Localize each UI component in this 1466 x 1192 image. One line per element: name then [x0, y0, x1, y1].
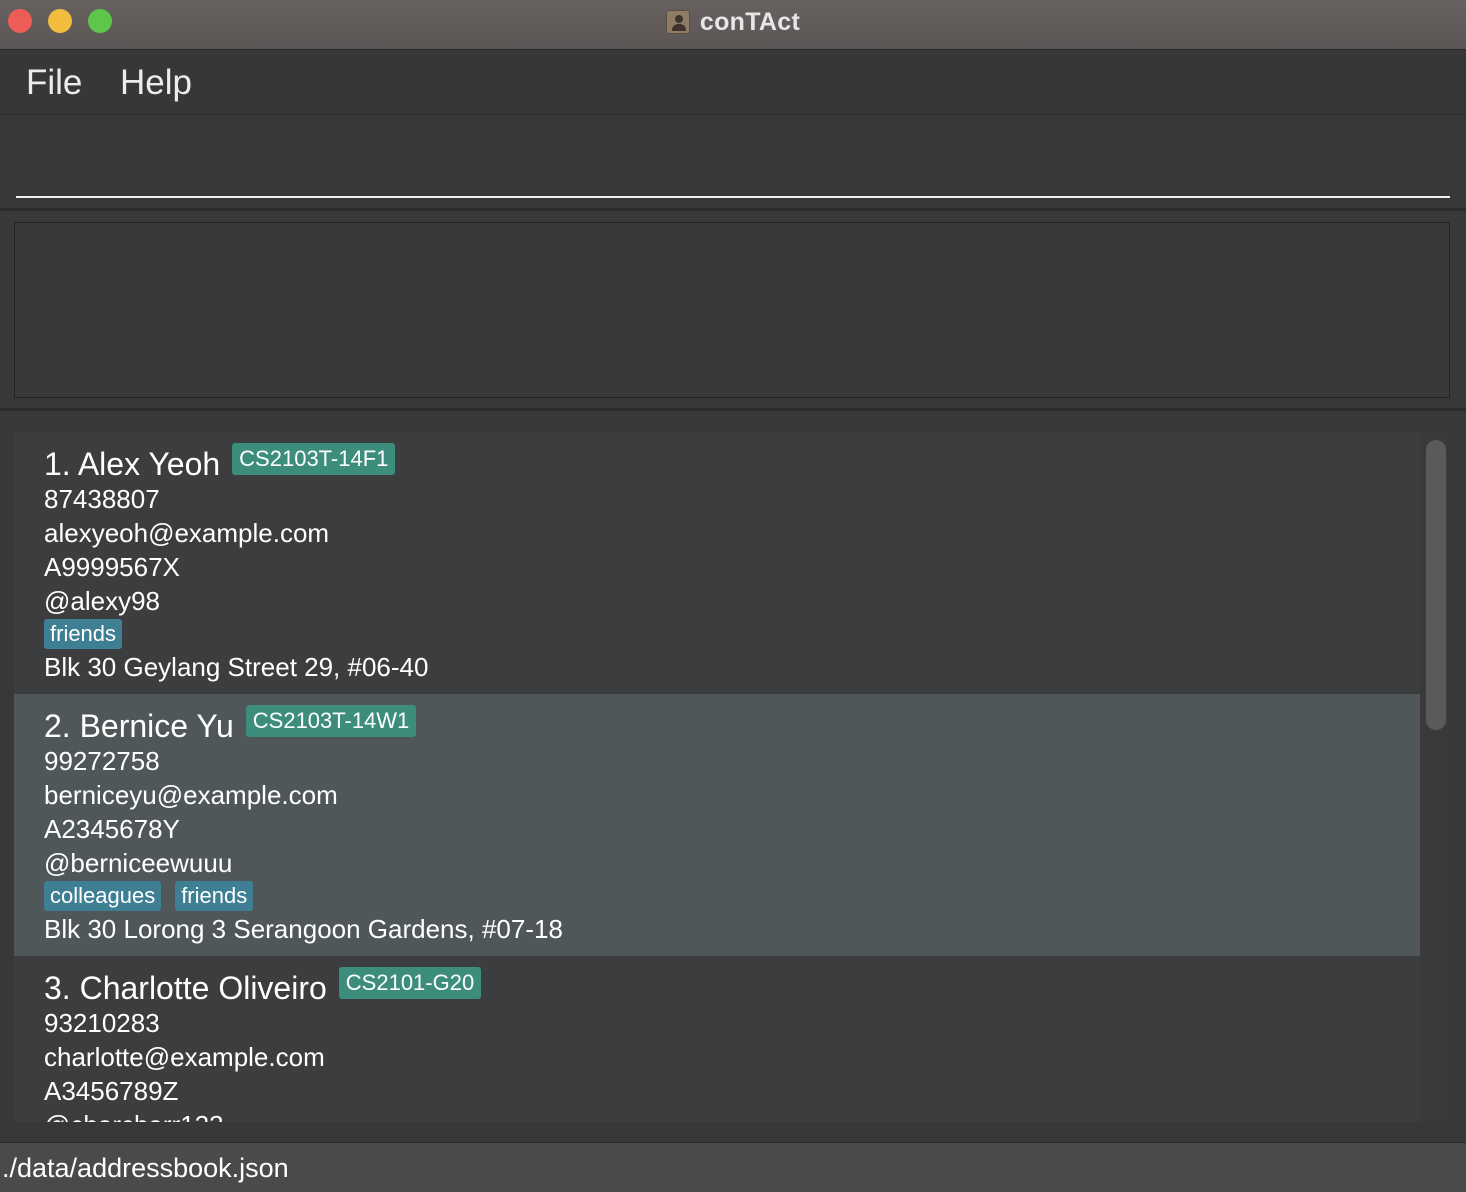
- contact-book-icon: [665, 10, 690, 34]
- tag-badge: colleagues: [44, 881, 162, 911]
- person-phone: 99272758: [44, 746, 160, 776]
- tag-badge: friends: [175, 881, 254, 911]
- tutorial-group-badge: CS2101-G20: [338, 967, 482, 999]
- person-email: charlotte@example.com: [44, 1042, 325, 1072]
- menu-bar: File Help: [0, 51, 1466, 115]
- person-telegram: @berniceewuuu: [44, 848, 233, 878]
- window-title-group: conTAct: [0, 0, 1466, 44]
- person-name-row: 3. Charlotte Oliveiro CS2101-G20: [44, 966, 482, 1010]
- tutorial-group-badge: CS2103T-14W1: [245, 705, 417, 737]
- person-phone: 87438807: [44, 484, 160, 514]
- person-tags: colleagues friends: [44, 881, 254, 911]
- person-card[interactable]: 1. Alex Yeoh CS2103T-14F1 87438807 alexy…: [14, 432, 1420, 694]
- window-title: conTAct: [699, 7, 801, 36]
- person-phone: 93210283: [44, 1008, 160, 1038]
- person-name-row: 2. Bernice Yu CS2103T-14W1: [44, 704, 417, 748]
- menu-help[interactable]: Help: [114, 61, 198, 105]
- menu-file[interactable]: File: [20, 61, 88, 105]
- person-card-selected[interactable]: 2. Bernice Yu CS2103T-14W1 99272758 bern…: [14, 694, 1420, 956]
- person-telegram: @alexy98: [44, 586, 161, 616]
- person-address: Blk 30 Geylang Street 29, #06-40: [44, 652, 429, 682]
- divider: [0, 408, 1466, 411]
- person-student-id: A2345678Y: [44, 814, 180, 844]
- person-student-id: A9999567X: [44, 552, 180, 582]
- person-student-id: A3456789Z: [44, 1076, 179, 1106]
- list-scrollbar-thumb[interactable]: [1426, 440, 1446, 730]
- person-name: 1. Alex Yeoh: [44, 445, 221, 482]
- tag-badge: friends: [44, 619, 123, 649]
- tutorial-group-badge: CS2103T-14F1: [232, 443, 396, 475]
- person-name: 3. Charlotte Oliveiro: [44, 969, 327, 1006]
- person-address: Blk 30 Lorong 3 Serangoon Gardens, #07-1…: [44, 914, 563, 944]
- person-tags: friends: [44, 619, 123, 649]
- person-email: alexyeoh@example.com: [44, 518, 330, 548]
- app-window: conTAct File Help 1. Alex Yeoh CS2103T-1…: [0, 0, 1466, 1192]
- save-file-path: ./data/addressbook.json: [2, 1153, 289, 1183]
- person-list[interactable]: 1. Alex Yeoh CS2103T-14F1 87438807 alexy…: [14, 432, 1420, 1122]
- person-email: berniceyu@example.com: [44, 780, 338, 810]
- person-name-row: 1. Alex Yeoh CS2103T-14F1: [44, 442, 396, 486]
- command-box: [0, 116, 1466, 210]
- person-name: 2. Bernice Yu: [44, 707, 234, 744]
- person-telegram: @charcharr123: [44, 1108, 224, 1122]
- divider: [0, 208, 1466, 211]
- status-bar: ./data/addressbook.json: [0, 1142, 1466, 1192]
- person-card[interactable]: 3. Charlotte Oliveiro CS2101-G20 9321028…: [14, 956, 1420, 1122]
- result-display[interactable]: [14, 222, 1450, 398]
- title-bar: conTAct: [0, 0, 1466, 50]
- command-input[interactable]: [16, 116, 1450, 198]
